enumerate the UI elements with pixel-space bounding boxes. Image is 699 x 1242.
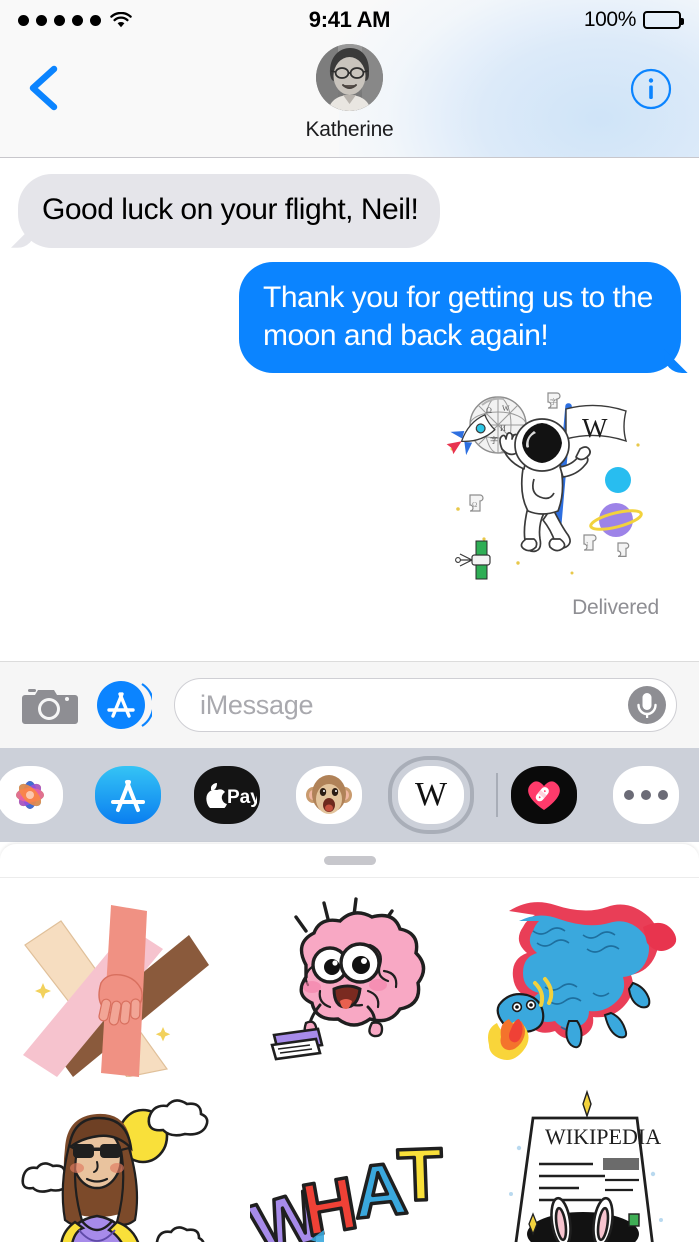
wikipedia-rabbit-hole-sticker[interactable]: WIKIPEDIA [466, 1079, 699, 1242]
messages-screen: 9:41 AM 100% Katherine Good luck on your… [0, 0, 699, 1242]
what-text-sticker[interactable]: W H A T [233, 1079, 466, 1242]
status-bar: 9:41 AM 100% [0, 0, 699, 40]
avatar[interactable] [316, 44, 383, 111]
message-row-sticker: ΩW אИ 字ग [18, 387, 681, 592]
app-store-app[interactable] [95, 766, 161, 824]
imessage-app-drawer: Pay W [0, 748, 699, 842]
conversation-thread: Good luck on your flight, Neil! Thank yo… [0, 158, 699, 661]
apple-pay-app[interactable]: Pay [194, 766, 260, 824]
message-bubble-incoming[interactable]: Good luck on your flight, Neil! [5, 174, 441, 248]
message-input-bar [0, 661, 699, 748]
svg-text:W: W [502, 404, 510, 413]
health-heart-app[interactable] [511, 766, 577, 824]
drag-handle-icon [323, 856, 376, 865]
wikipedia-astronaut-sticker[interactable]: ΩW אИ 字ग [442, 387, 657, 592]
battery-percentage: 100% [583, 8, 637, 31]
svg-text:Pay: Pay [227, 787, 257, 808]
delivery-status: Delivered [572, 596, 659, 620]
svg-text:字: 字 [490, 435, 498, 445]
more-apps-button[interactable] [613, 766, 679, 824]
app-header: 9:41 AM 100% Katherine [0, 0, 699, 158]
battery-icon [643, 11, 684, 29]
sticker-grid: W H A T WIKIPEDIA [0, 878, 699, 1242]
svg-text:T: T [396, 1132, 444, 1217]
svg-text:И: И [500, 424, 506, 433]
dragon-fire-sticker[interactable] [466, 884, 699, 1079]
message-bubble-outgoing[interactable]: Thank you for getting us to the moon and… [239, 261, 693, 374]
mona-lisa-sunglasses-sticker[interactable] [0, 1079, 233, 1242]
sticker-browser-panel: W H A T WIKIPEDIA [0, 844, 699, 1242]
app-store-icon[interactable] [96, 678, 155, 732]
message-input[interactable] [200, 689, 626, 721]
wikipedia-app[interactable]: W [388, 756, 474, 834]
contact-name: Katherine [305, 118, 394, 141]
info-button[interactable] [630, 68, 672, 110]
wikipedia-title-label: WIKIPEDIA [545, 1124, 661, 1149]
panel-drag-handle[interactable] [0, 844, 699, 877]
brain-reading-sticker[interactable] [233, 884, 466, 1079]
message-row-incoming: Good luck on your flight, Neil! [5, 174, 681, 248]
memoji-app[interactable] [296, 766, 362, 824]
imessage-field[interactable] [174, 678, 677, 732]
drawer-divider [496, 773, 498, 817]
svg-text:Ω: Ω [472, 501, 477, 509]
status-bar-right: 100% [350, 8, 684, 32]
message-row-outgoing: Thank you for getting us to the moon and… [18, 261, 693, 374]
photos-app[interactable] [0, 766, 63, 824]
svg-text:Ω: Ω [486, 406, 492, 415]
flag-letter: W [582, 413, 608, 443]
navigation-bar: Katherine [0, 40, 699, 157]
camera-icon[interactable] [22, 683, 78, 727]
microphone-icon[interactable] [626, 684, 668, 726]
joined-hands-sticker[interactable] [0, 884, 233, 1079]
wikipedia-w-label: W [414, 776, 448, 813]
contact-header[interactable]: Katherine [0, 44, 699, 142]
svg-text:字: 字 [550, 397, 557, 406]
